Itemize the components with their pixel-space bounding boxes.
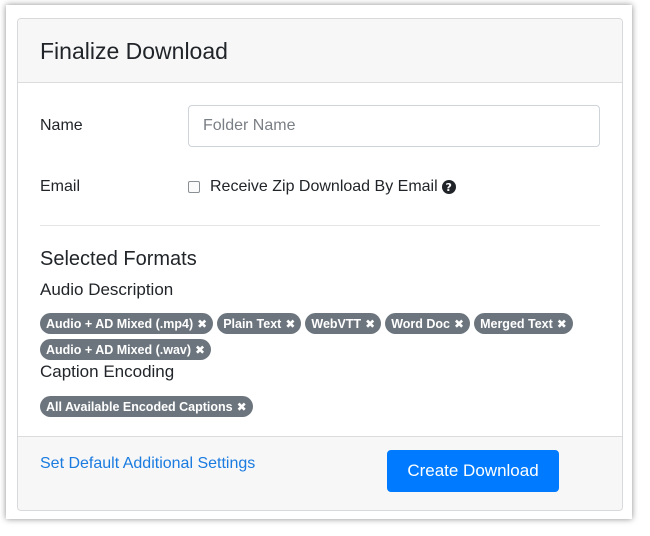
times-icon[interactable]: ✖: [195, 343, 205, 357]
set-default-settings-link[interactable]: Set Default Additional Settings: [40, 455, 255, 473]
page-title: Finalize Download: [40, 38, 228, 64]
email-label: Email: [40, 178, 81, 195]
format-badge-label: All Available Encoded Captions: [46, 399, 233, 414]
times-icon[interactable]: ✖: [285, 317, 295, 331]
format-badge: WebVTT ✖: [305, 313, 382, 334]
times-icon[interactable]: ✖: [197, 317, 207, 331]
format-badge-label: Plain Text: [223, 316, 282, 331]
format-badge-label: Word Doc: [391, 316, 451, 331]
format-badge-label: Audio + AD Mixed (.wav): [46, 342, 192, 357]
times-icon[interactable]: ✖: [557, 317, 567, 331]
divider: [40, 225, 600, 226]
times-icon[interactable]: ✖: [365, 317, 375, 331]
email-checkbox[interactable]: [188, 181, 200, 193]
folder-name-input[interactable]: [188, 105, 600, 147]
create-download-button[interactable]: Create Download: [387, 450, 559, 492]
caption-encoding-badges: All Available Encoded Captions ✖: [40, 396, 600, 417]
times-icon[interactable]: ✖: [237, 400, 247, 414]
format-badge: Audio + AD Mixed (.wav) ✖: [40, 339, 212, 360]
format-badge: Plain Text ✖: [217, 313, 302, 334]
format-badge: All Available Encoded Captions ✖: [40, 396, 253, 417]
email-row: Email Receive Zip Download By Email ?: [40, 171, 600, 203]
name-row: Name: [40, 105, 600, 147]
selected-formats-title: Selected Formats: [40, 248, 197, 270]
finalize-download-card: Finalize Download Name Email Receive Zip…: [17, 18, 623, 511]
card-footer: Set Default Additional Settings Create D…: [18, 436, 622, 510]
format-badge-label: Merged Text: [480, 316, 553, 331]
email-checkbox-label: Receive Zip Download By Email: [210, 178, 438, 195]
question-circle-icon[interactable]: ?: [441, 180, 456, 194]
format-badge: Merged Text ✖: [474, 313, 573, 334]
audio-description-badges: Audio + AD Mixed (.mp4) ✖ Plain Text ✖ WebVT…: [40, 313, 600, 360]
format-badge-label: WebVTT: [311, 316, 362, 331]
audio-description-title: Audio Description: [40, 280, 174, 299]
caption-encoding-title: Caption Encoding: [40, 362, 175, 381]
format-badge: Audio + AD Mixed (.mp4) ✖: [40, 313, 214, 334]
times-icon[interactable]: ✖: [454, 317, 464, 331]
format-badge-label: Audio + AD Mixed (.mp4): [46, 316, 194, 331]
card-header: Finalize Download: [18, 19, 622, 83]
format-badge: Word Doc ✖: [385, 313, 471, 334]
email-checkbox-group[interactable]: Receive Zip Download By Email ?: [188, 178, 456, 196]
name-label: Name: [40, 117, 83, 134]
